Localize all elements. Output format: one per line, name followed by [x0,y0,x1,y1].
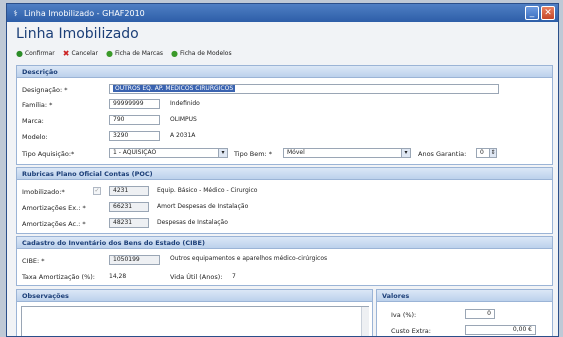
cancel-label: Cancelar [71,50,98,57]
descricao-panel: Descrição Designação: * OUTROS EQ. AP. M… [16,65,553,165]
tipo-bem-select[interactable]: Móvel ▾ [283,148,411,158]
designacao-value: OUTROS EQ. AP. MEDICOS CIRURGICOS [113,85,236,92]
ficha-modelos-button[interactable]: ● Ficha de Modelos [171,49,232,58]
modelo-input[interactable]: 3290 [109,131,160,141]
cibe-panel: Cadastro do Inventário dos Bens do Estad… [16,236,553,286]
amort-ex-description: Amort Despesas de Instalação [157,203,249,210]
imobilizado-label: Imobilizado:* [22,188,65,196]
amort-ac-input[interactable]: 48231 [109,218,149,228]
designacao-input[interactable]: OUTROS EQ. AP. MEDICOS CIRURGICOS [109,84,499,94]
confirm-button[interactable]: ● Confirmar [16,49,55,58]
anos-garantia-value: 0 [480,149,484,156]
amort-ex-input[interactable]: 66231 [109,202,149,212]
designacao-label: Designação: * [22,86,68,94]
familia-input[interactable]: 99999999 [109,99,160,109]
observacoes-textarea[interactable] [21,306,369,336]
custo-extra-label: Custo Extra: [391,327,431,335]
descricao-header: Descrição [17,66,552,78]
marca-description: OLIMPUS [170,116,197,123]
modelo-label: Modelo: [22,133,48,141]
vida-util-value: 7 [232,273,236,280]
observacoes-header: Observações [17,290,372,302]
application-window: ⚕ Linha Imobilizado - GHAF2010 _ ✕ Linha… [6,3,559,337]
ficha-marcas-label: Ficha de Marcas [114,50,164,57]
valores-header: Valores [377,290,552,302]
amort-ac-label: Amortizações Ac.: * [22,220,86,228]
amort-ex-label: Amortizações Ex.: * [22,204,86,212]
minimize-button[interactable]: _ [525,6,539,20]
tipo-bem-label: Tipo Bem: * [234,150,273,158]
iva-input[interactable]: 0 [465,309,495,319]
green-circle-icon: ● [171,49,179,58]
anos-garantia-stepper[interactable]: 0 ⇕ [476,148,497,158]
marca-label: Marca: [22,117,44,125]
ficha-modelos-label: Ficha de Modelos [180,50,232,57]
anos-garantia-label: Anos Garantia: [418,150,467,158]
toolbar: ● Confirmar ✖ Cancelar ● Ficha de Marcas… [16,49,232,58]
chevron-down-icon[interactable]: ▾ [401,149,410,157]
familia-description: Indefinido [170,100,200,107]
imobilizado-description: Equip. Básico - Médico - Cirurgico [157,187,258,194]
cibe-description: Outros equipamentos e aparelhos médico-c… [170,255,328,262]
cancel-button[interactable]: ✖ Cancelar [63,49,98,58]
app-icon: ⚕ [13,8,18,18]
title-bar: ⚕ Linha Imobilizado - GHAF2010 _ ✕ [7,4,558,22]
tipo-bem-value: Móvel [287,149,305,156]
taxa-amortizacao-label: Taxa Amortização (%): [22,273,95,281]
observacoes-scrollbar[interactable] [361,307,369,336]
confirm-label: Confirmar [24,50,55,57]
window-title: Linha Imobilizado - GHAF2010 [24,8,145,18]
cibe-header: Cadastro do Inventário dos Bens do Estad… [17,237,552,249]
poc-header: Rubricas Plano Oficial Contas (POC) [17,168,552,180]
page-title: Linha Imobilizado [16,26,139,42]
marca-input[interactable]: 790 [109,115,160,125]
check-icon: ● [16,49,23,58]
tipo-aquisicao-label: Tipo Aquisição:* [22,150,75,158]
close-button[interactable]: ✕ [541,6,555,20]
spinner-icon[interactable]: ⇕ [489,149,496,157]
ficha-marcas-button[interactable]: ● Ficha de Marcas [106,49,163,58]
poc-panel: Rubricas Plano Oficial Contas (POC) Imob… [16,167,553,234]
iva-label: Iva (%): [391,311,417,319]
modelo-description: A 2031A [170,132,196,139]
tipo-aquisicao-select[interactable]: 1 - AQUISIÇÃO ▾ [109,148,228,158]
cibe-label: CIBE: * [22,257,45,265]
green-circle-icon: ● [105,49,113,58]
valores-panel: Valores Iva (%): 0 Custo Extra: 0,00 € [376,289,553,336]
observacoes-panel: Observações [16,289,373,336]
taxa-amortizacao-value: 14,28 [109,273,127,280]
amort-ac-description: Despesas de Instalação [157,219,228,226]
cibe-input[interactable]: 1050199 [109,255,160,265]
vida-util-label: Vida Útil (Anos): [170,273,223,281]
chevron-down-icon[interactable]: ▾ [218,149,227,157]
imobilizado-checkbox[interactable]: ✓ [93,187,101,195]
imobilizado-input[interactable]: 4231 [109,186,149,196]
familia-label: Família: * [22,101,53,109]
tipo-aquisicao-value: 1 - AQUISIÇÃO [113,149,157,156]
x-icon: ✖ [62,49,70,58]
custo-extra-input[interactable]: 0,00 € [465,325,536,335]
